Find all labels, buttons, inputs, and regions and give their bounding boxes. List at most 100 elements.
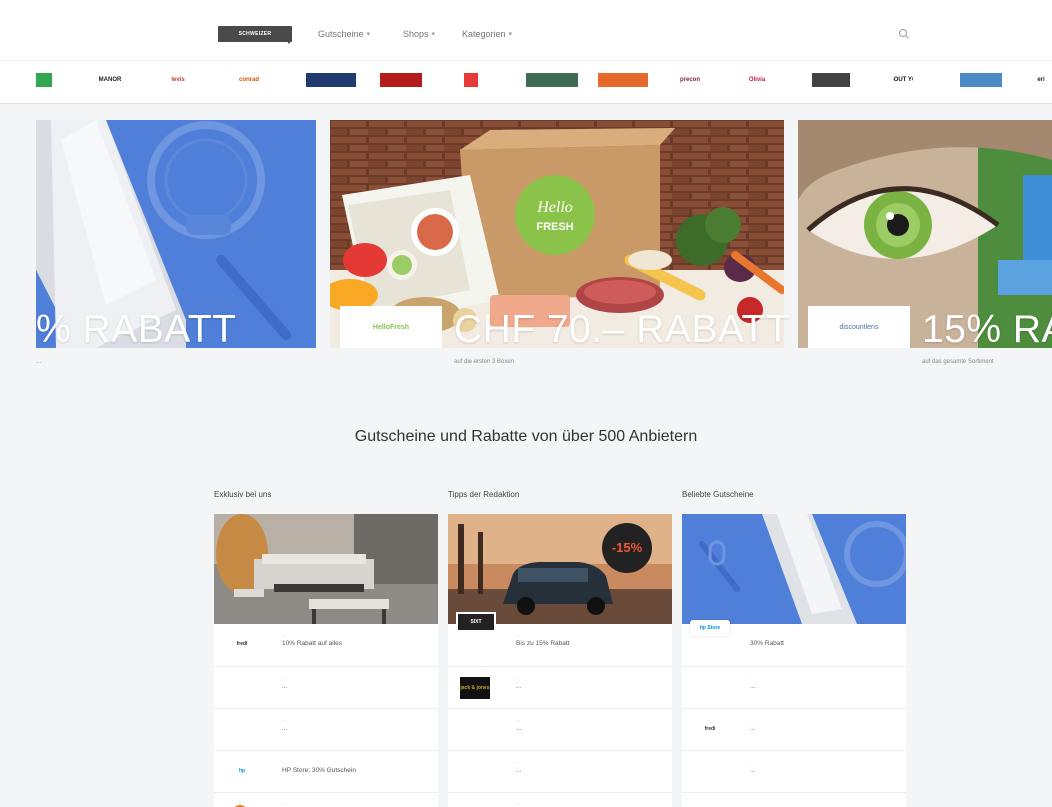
deal-logo: SIXT xyxy=(456,612,496,632)
hero-slide-3-logo: discountlens xyxy=(808,306,910,348)
deal-logo: fredi xyxy=(236,641,248,647)
brand-logo[interactable] xyxy=(306,73,356,87)
brand-logo[interactable] xyxy=(36,73,52,87)
deal-text: ... xyxy=(516,767,522,774)
brand-logo[interactable]: eri xyxy=(1030,73,1052,87)
hero-slide-3-title: 15% RA xyxy=(922,308,1052,351)
hero-slide-2-subtitle: auf die ersten 3 Boxen xyxy=(454,359,515,365)
deal-kicker: ... xyxy=(750,801,755,806)
hellofresh-box-label: Hello xyxy=(536,199,573,216)
deal-kicker: ... xyxy=(750,759,755,764)
deal-text: ... xyxy=(282,683,288,690)
brand-logo[interactable]: levis xyxy=(160,73,196,87)
patio-furniture-photo xyxy=(214,514,438,624)
deal-kicker: ... xyxy=(282,632,287,637)
deal-kicker: ... xyxy=(282,759,287,764)
brand-logo[interactable]: precon xyxy=(668,73,712,87)
deal-kicker: ... xyxy=(750,632,755,637)
column-title-exklusiv: Exklusiv bei uns xyxy=(214,490,272,499)
site-logo[interactable]: SCHWEIZER xyxy=(218,26,292,42)
deal-row[interactable]: ...... xyxy=(214,666,438,708)
deal-kicker: ... xyxy=(750,675,755,680)
exklusiv-feature-image[interactable] xyxy=(214,514,438,624)
column-title-beliebte: Beliebte Gutscheine xyxy=(682,490,754,499)
deal-logo xyxy=(690,679,730,695)
svg-text:FRESH: FRESH xyxy=(536,221,573,233)
deal-logo: hp xyxy=(238,768,246,774)
chevron-down-icon: ▾ xyxy=(366,31,371,38)
nav-kategorien-label: Kategorien xyxy=(462,29,506,39)
deal-text: ... xyxy=(516,725,522,732)
deal-row[interactable]: ...... xyxy=(682,666,906,708)
hero-slide-2-title: CHF 70.– RABATT xyxy=(454,308,791,351)
deal-text: 30% Rabatt xyxy=(750,640,784,647)
site-logo-pointer xyxy=(286,40,292,44)
deal-kicker: ... xyxy=(282,675,287,680)
nav-gutscheine[interactable]: Gutscheine ▾ xyxy=(318,29,370,39)
deal-row[interactable]: ...... xyxy=(214,792,438,807)
deal-row[interactable]: ...... xyxy=(448,750,672,792)
chevron-down-icon: ▾ xyxy=(431,31,436,38)
deal-row[interactable]: ...... xyxy=(682,792,906,807)
hero-slide-1-title: % RABATT xyxy=(36,308,237,351)
brand-logo[interactable] xyxy=(464,73,478,87)
nav-kategorien[interactable]: Kategorien ▾ xyxy=(462,29,512,39)
deal-row[interactable]: ...... xyxy=(448,792,672,807)
beliebte-feature-card[interactable]: hp Store ... 30% Rabatt xyxy=(682,620,906,666)
deal-text: ... xyxy=(516,683,522,690)
deal-text: ... xyxy=(750,683,756,690)
nav-shops-label: Shops xyxy=(403,29,429,39)
brand-logo[interactable] xyxy=(598,73,648,87)
deal-logo xyxy=(456,763,496,779)
hero-slide-2-logo: HelloFresh xyxy=(340,306,442,348)
deal-text: ... xyxy=(282,725,288,732)
deal-row[interactable]: jack & jones...... xyxy=(448,666,672,708)
deal-kicker: ... xyxy=(282,801,287,806)
deal-text: HP Store: 30% Gutschein xyxy=(282,767,356,774)
brand-logo[interactable] xyxy=(812,73,850,87)
deal-text: 10% Rabatt auf alles xyxy=(282,640,342,647)
deal-kicker: ... xyxy=(516,632,521,637)
chevron-down-icon: ▾ xyxy=(508,31,513,38)
discount-badge-value: -15% xyxy=(611,540,643,555)
deal-kicker: ... xyxy=(516,801,521,806)
deal-text: Bis zu 15% Rabatt xyxy=(516,640,570,647)
deal-row[interactable]: ...... xyxy=(448,708,672,750)
deal-kicker: ... xyxy=(516,717,521,722)
deal-text: ... xyxy=(750,725,756,732)
nav-shops[interactable]: Shops ▾ xyxy=(403,29,435,39)
hero-slide-3-subtitle: auf das gesamte Sortiment xyxy=(922,359,994,365)
top-navigation xyxy=(0,0,1052,60)
brand-logo[interactable]: conrad xyxy=(230,73,268,87)
column-title-tipps: Tipps der Redaktion xyxy=(448,490,520,499)
deal-kicker: ... xyxy=(282,717,287,722)
deal-text: ... xyxy=(750,767,756,774)
brand-logo[interactable]: MANOR xyxy=(88,73,132,87)
search-icon[interactable] xyxy=(898,28,910,40)
deal-row[interactable]: fredi...... xyxy=(682,708,906,750)
hero-slide-1-subtitle: ... xyxy=(36,359,42,365)
deal-row[interactable]: ...... xyxy=(214,708,438,750)
deal-logo xyxy=(222,721,262,737)
deal-logo xyxy=(456,721,496,737)
discount-badge: -15% xyxy=(602,523,652,573)
beliebte-feature-image[interactable] xyxy=(682,514,906,624)
deal-logo xyxy=(222,679,262,695)
deal-kicker: ... xyxy=(516,759,521,764)
section-title: Gutscheine und Rabatte von über 500 Anbi… xyxy=(354,428,698,445)
deal-logo xyxy=(690,763,730,779)
deal-logo: fredi xyxy=(704,726,716,732)
brand-logo[interactable]: ABOUT YOU xyxy=(893,73,913,87)
deal-row[interactable]: hp... HP Store: 30% Gutschein xyxy=(214,750,438,792)
laptop-illustration xyxy=(682,514,906,624)
brand-logo[interactable] xyxy=(380,73,422,87)
exklusiv-feature-card[interactable]: fredi ... 10% Rabatt auf alles xyxy=(214,624,438,666)
deal-kicker: ... xyxy=(516,675,521,680)
brand-logo[interactable] xyxy=(526,73,578,87)
deal-row[interactable]: ...... xyxy=(682,750,906,792)
brand-logo[interactable] xyxy=(960,73,1002,87)
nav-gutscheine-label: Gutscheine xyxy=(318,29,364,39)
tipps-feature-card[interactable]: SIXT ... Bis zu 15% Rabatt xyxy=(448,612,672,666)
brand-logo[interactable]: Olivia xyxy=(740,73,774,87)
deal-kicker: ... xyxy=(750,717,755,722)
